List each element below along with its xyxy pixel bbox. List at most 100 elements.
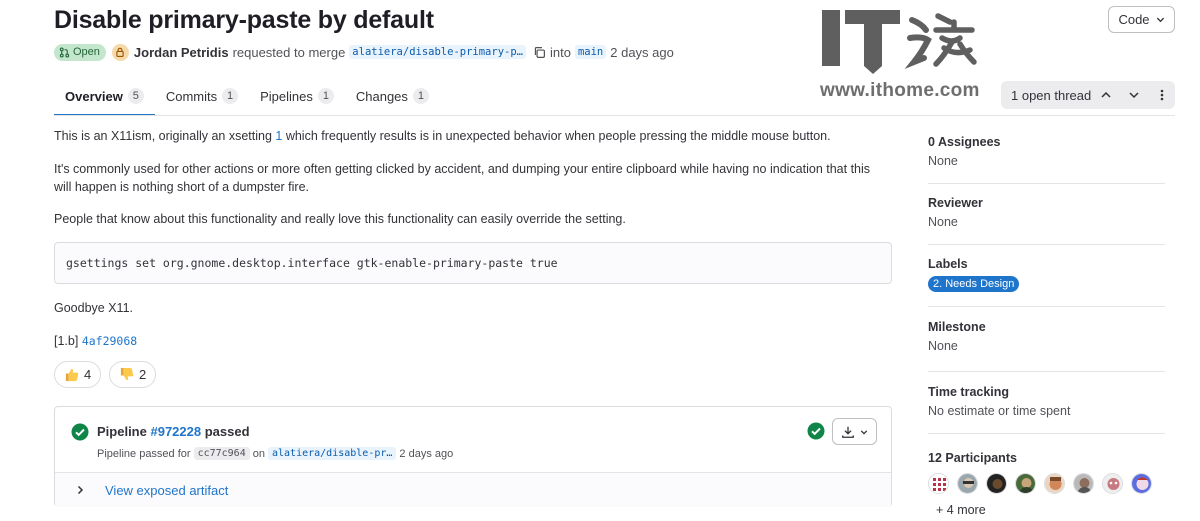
watermark-url: www.ithome.com (820, 80, 980, 101)
merge-request-meta: Open Jordan Petridis requested to merge … (54, 43, 674, 61)
view-artifact-link[interactable]: View exposed artifact (105, 483, 228, 498)
page-title: Disable primary-paste by default (54, 6, 434, 34)
avatar[interactable] (928, 473, 949, 494)
pipeline-widget: Pipeline #972228 passed Pipeline passed … (54, 406, 892, 507)
tab-commits[interactable]: Commits 1 (155, 78, 249, 114)
text: which frequently results is in unexpecte… (282, 129, 831, 143)
participants-more-link[interactable]: + 4 more (936, 503, 986, 517)
description-paragraph: It's commonly used for other actions or … (54, 162, 871, 194)
thumbs-down-reaction-button[interactable]: 2 (109, 361, 157, 388)
description-paragraph: [1.b] 4af29068 (54, 332, 884, 350)
open-thread-label[interactable]: 1 open thread (1011, 88, 1091, 103)
sidebar-divider (928, 371, 1165, 372)
artifact-row[interactable]: View exposed artifact (55, 472, 891, 507)
pipeline-title: Pipeline #972228 passed (97, 424, 250, 439)
code-button[interactable]: Code (1108, 6, 1175, 33)
chevron-right-icon[interactable] (75, 485, 105, 495)
open-thread-widget: 1 open thread (1001, 81, 1175, 109)
tab-overview[interactable]: Overview 5 (54, 78, 155, 116)
download-icon (842, 426, 854, 438)
labels-title: Labels (928, 257, 968, 271)
created-time: 2 days ago (610, 44, 674, 60)
footnote-ref: [1.b] (54, 334, 79, 348)
milestone-section: Milestone None (928, 320, 1165, 353)
avatar[interactable] (986, 473, 1007, 494)
text: Pipeline (97, 424, 147, 439)
assignees-section: 0 Assignees None (928, 135, 1165, 168)
participants-title: 12 Participants (928, 451, 1017, 465)
description-paragraph: People that know about this functionalit… (54, 212, 626, 226)
time-tracking-section: Time tracking No estimate or time spent (928, 385, 1165, 418)
text: This is an X11ism, originally an xsettin… (54, 129, 276, 143)
watermark-logo (820, 8, 980, 77)
assignees-value: None (928, 154, 958, 168)
lock-icon (111, 43, 129, 61)
avatar[interactable] (1131, 473, 1152, 494)
tab-pipelines[interactable]: Pipelines 1 (249, 78, 345, 114)
tab-label: Pipelines (260, 88, 313, 104)
download-artifacts-button[interactable] (832, 418, 877, 445)
pipeline-subtext: Pipeline passed for cc77c964 on alatiera… (97, 447, 453, 460)
assignees-title: 0 Assignees (928, 135, 1001, 149)
avatar[interactable] (957, 473, 978, 494)
thumbs-up-icon (65, 368, 79, 382)
pipeline-time: 2 days ago (399, 447, 454, 460)
text: passed (204, 424, 250, 439)
reviewer-value: None (928, 215, 958, 229)
avatar[interactable] (1102, 473, 1123, 494)
milestone-title: Milestone (928, 320, 986, 334)
avatar[interactable] (1073, 473, 1094, 494)
participants-section: 12 Participants (928, 451, 1165, 465)
tab-count: 5 (127, 88, 144, 104)
avatar[interactable] (1044, 473, 1065, 494)
reaction-count: 2 (139, 367, 147, 382)
tab-count: 1 (222, 88, 239, 104)
commit-sha[interactable]: cc77c964 (193, 447, 250, 460)
reaction-count: 4 (84, 367, 92, 382)
copy-icon[interactable] (533, 46, 546, 59)
tab-label: Overview (65, 88, 123, 104)
chevron-up-icon[interactable] (1093, 82, 1119, 108)
tab-count: 1 (412, 88, 429, 104)
more-actions-icon[interactable] (1149, 82, 1175, 108)
tab-label: Changes (355, 88, 408, 104)
avatar[interactable] (1015, 473, 1036, 494)
tab-changes[interactable]: Changes 1 (345, 78, 440, 114)
reviewer-title: Reviewer (928, 196, 983, 210)
success-status-icon[interactable] (71, 423, 89, 444)
text: Pipeline passed for (97, 447, 191, 460)
pipeline-link[interactable]: #972228 (150, 424, 201, 439)
sidebar-divider (928, 183, 1165, 184)
description-paragraph: Goodbye X11. (54, 301, 133, 315)
merge-request-icon (59, 46, 70, 58)
stage-success-icon[interactable] (807, 422, 825, 443)
target-branch[interactable]: main (574, 45, 607, 59)
author-name[interactable]: Jordan Petridis (134, 45, 229, 60)
text: on (252, 447, 265, 460)
reviewer-section: Reviewer None (928, 196, 1165, 229)
sidebar-divider (928, 433, 1165, 434)
time-tracking-value: No estimate or time spent (928, 404, 1071, 418)
time-tracking-title: Time tracking (928, 385, 1010, 399)
commit-link[interactable]: 4af29068 (82, 334, 137, 348)
status-label: Open (73, 46, 100, 58)
chevron-down-icon (860, 429, 868, 434)
sidebar-divider (928, 306, 1165, 307)
action-text: requested to merge (232, 44, 346, 60)
thumbs-up-reaction-button[interactable]: 4 (54, 361, 102, 388)
thumbs-down-icon (120, 367, 134, 381)
into-text: into (549, 44, 571, 60)
chevron-down-icon[interactable] (1121, 82, 1147, 108)
tab-bar: Overview 5 Commits 1 Pipelines 1 Changes… (54, 78, 440, 116)
pipeline-branch[interactable]: alatiera/disable-pr… (267, 447, 397, 460)
sidebar-divider (928, 244, 1165, 245)
source-branch[interactable]: alatiera/disable-primary-p… (349, 45, 526, 59)
participants-list (928, 473, 1152, 494)
tabs-divider (54, 115, 1175, 116)
labels-section: Labels 2. Needs Design (928, 257, 1165, 292)
label-pill[interactable]: 2. Needs Design (928, 276, 1020, 292)
status-badge: Open (54, 43, 106, 61)
description-paragraph: This is an X11ism, originally an xsettin… (54, 127, 884, 145)
code-block: gsettings set org.gnome.desktop.interfac… (54, 242, 892, 284)
chevron-down-icon (1156, 17, 1164, 23)
